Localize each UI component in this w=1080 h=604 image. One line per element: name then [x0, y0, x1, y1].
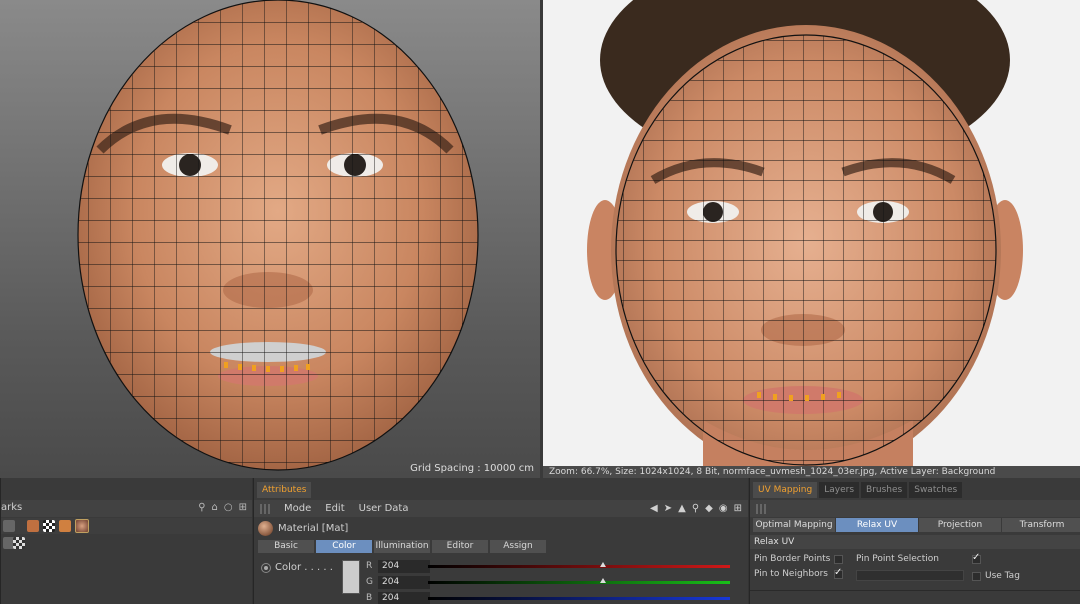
channel-g-knob[interactable]: [600, 578, 606, 583]
material-tabs: Basic Color Illumination Editor Assign: [258, 540, 546, 553]
up-arrow-icon[interactable]: ▲: [678, 503, 686, 514]
tab-layers[interactable]: Layers: [819, 482, 860, 498]
add-icon[interactable]: ⊞: [734, 503, 742, 514]
color-label: Color . . . . .: [275, 562, 333, 573]
color-parameter: Color . . . . . R 204 G 204 B 204: [258, 560, 746, 604]
checkmark-icon: ✓: [972, 552, 981, 563]
tab-transform[interactable]: Transform: [1002, 518, 1080, 532]
channel-r: R 204: [362, 560, 746, 574]
attributes-panel: Attributes Mode Edit User Data ◀ ➤ ▲ ⚲ ◆…: [253, 478, 748, 604]
tab-optimal-mapping[interactable]: Optimal Mapping: [753, 518, 835, 532]
checker-icon[interactable]: [13, 537, 25, 549]
tab-editor[interactable]: Editor: [432, 540, 488, 553]
channel-r-label: R: [366, 561, 373, 571]
pin-border-checkbox[interactable]: [834, 555, 843, 564]
channel-g: G 204: [362, 576, 746, 590]
face-features: [78, 0, 478, 470]
tab-illumination[interactable]: Illumination: [374, 540, 430, 553]
grip-icon[interactable]: [260, 503, 270, 514]
tab-basic[interactable]: Basic: [258, 540, 314, 553]
menu-user-data[interactable]: User Data: [359, 503, 409, 514]
uv-menubar: [750, 500, 1080, 517]
object-manager-header: arks ⚲ ⌂ ○ ⊞: [1, 500, 252, 517]
lock-icon[interactable]: ○: [224, 502, 233, 513]
status-bar: Zoom: 66.7%, Size: 1024x1024, 8 Bit, nor…: [543, 466, 1080, 478]
object-manager-label: arks: [1, 502, 23, 513]
relax-uv-section: Relax UV: [750, 535, 1080, 549]
pin-border-label: Pin Border Points: [754, 554, 831, 564]
object-row[interactable]: [1, 536, 252, 550]
material-title: Material [Mat]: [258, 520, 348, 536]
search-icon[interactable]: ⚲: [198, 502, 205, 513]
face-mesh-uv: [587, 0, 1023, 466]
uv-editor-window: Grid Spacing : 10000 cm Zoom: 66.7%, Siz…: [0, 0, 1080, 604]
channel-b-slider[interactable]: [428, 597, 730, 600]
pin-neighbors-label: Pin to Neighbors: [754, 569, 828, 579]
checkmark-icon: ✓: [834, 567, 843, 578]
uvw-tag-icon[interactable]: [43, 520, 55, 532]
tab-brushes[interactable]: Brushes: [861, 482, 908, 498]
selection-field[interactable]: [856, 570, 964, 581]
back-arrow-icon[interactable]: ◀: [650, 503, 658, 514]
search-icon[interactable]: ⚲: [692, 503, 699, 514]
tab-assign[interactable]: Assign: [490, 540, 546, 553]
attributes-menubar: Mode Edit User Data ◀ ➤ ▲ ⚲ ◆ ◉ ⊞: [254, 500, 748, 517]
tab-swatches[interactable]: Swatches: [909, 482, 963, 498]
texture-view[interactable]: [543, 0, 1080, 466]
viewport-3d[interactable]: Grid Spacing : 10000 cm: [0, 0, 540, 478]
channel-b: B 204: [362, 592, 746, 604]
grid-spacing-label: Grid Spacing : 10000 cm: [410, 463, 534, 474]
channel-b-label: B: [366, 593, 373, 603]
pin-point-selection-label: Pin Point Selection: [856, 554, 939, 564]
tab-uv-mapping[interactable]: UV Mapping: [753, 482, 818, 498]
channel-r-slider[interactable]: [428, 565, 730, 568]
home-icon[interactable]: ⌂: [212, 502, 218, 513]
tab-projection[interactable]: Projection: [919, 518, 1001, 532]
tab-relax-uv[interactable]: Relax UV: [836, 518, 918, 532]
grip-icon[interactable]: [756, 503, 766, 514]
use-tag-label: Use Tag: [985, 571, 1020, 581]
channel-r-knob[interactable]: [600, 562, 606, 567]
face-mesh-3d: [77, 0, 479, 471]
visibility-icon[interactable]: [3, 520, 15, 532]
menu-mode[interactable]: Mode: [284, 503, 311, 514]
channel-g-label: G: [366, 577, 373, 587]
cursor-icon[interactable]: ➤: [664, 503, 672, 514]
channel-r-value[interactable]: 204: [378, 560, 430, 573]
tab-color[interactable]: Color: [316, 540, 372, 553]
uv-mapping-panel: UV Mapping Layers Brushes Swatches Optim…: [749, 478, 1080, 604]
tab-attributes[interactable]: Attributes: [257, 482, 312, 498]
color-swatch[interactable]: [342, 560, 360, 594]
object-row[interactable]: [1, 518, 252, 534]
use-tag-checkbox[interactable]: [972, 572, 981, 581]
bottom-panels: arks ⚲ ⌂ ○ ⊞ Attributes Mode Edit User D…: [0, 478, 1080, 604]
uv-subtabs: Optimal Mapping Relax UV Projection Tran…: [753, 518, 1080, 532]
settings-icon[interactable]: ◉: [719, 503, 728, 514]
object-manager-panel: arks ⚲ ⌂ ○ ⊞: [0, 478, 252, 604]
add-icon[interactable]: ⊞: [239, 502, 247, 513]
lock-icon[interactable]: ◆: [705, 503, 713, 514]
animate-radio[interactable]: [261, 563, 271, 573]
material-preview-icon: [258, 520, 273, 536]
channel-g-value[interactable]: 204: [378, 576, 430, 589]
channel-b-value[interactable]: 204: [378, 592, 430, 604]
menu-edit[interactable]: Edit: [325, 503, 344, 514]
material-name: Material [Mat]: [278, 522, 349, 534]
tag-icon[interactable]: [27, 520, 39, 532]
separator: [750, 590, 1080, 591]
phong-tag-icon[interactable]: [59, 520, 71, 532]
channel-g-slider[interactable]: [428, 581, 730, 584]
material-tag-icon[interactable]: [75, 519, 89, 533]
